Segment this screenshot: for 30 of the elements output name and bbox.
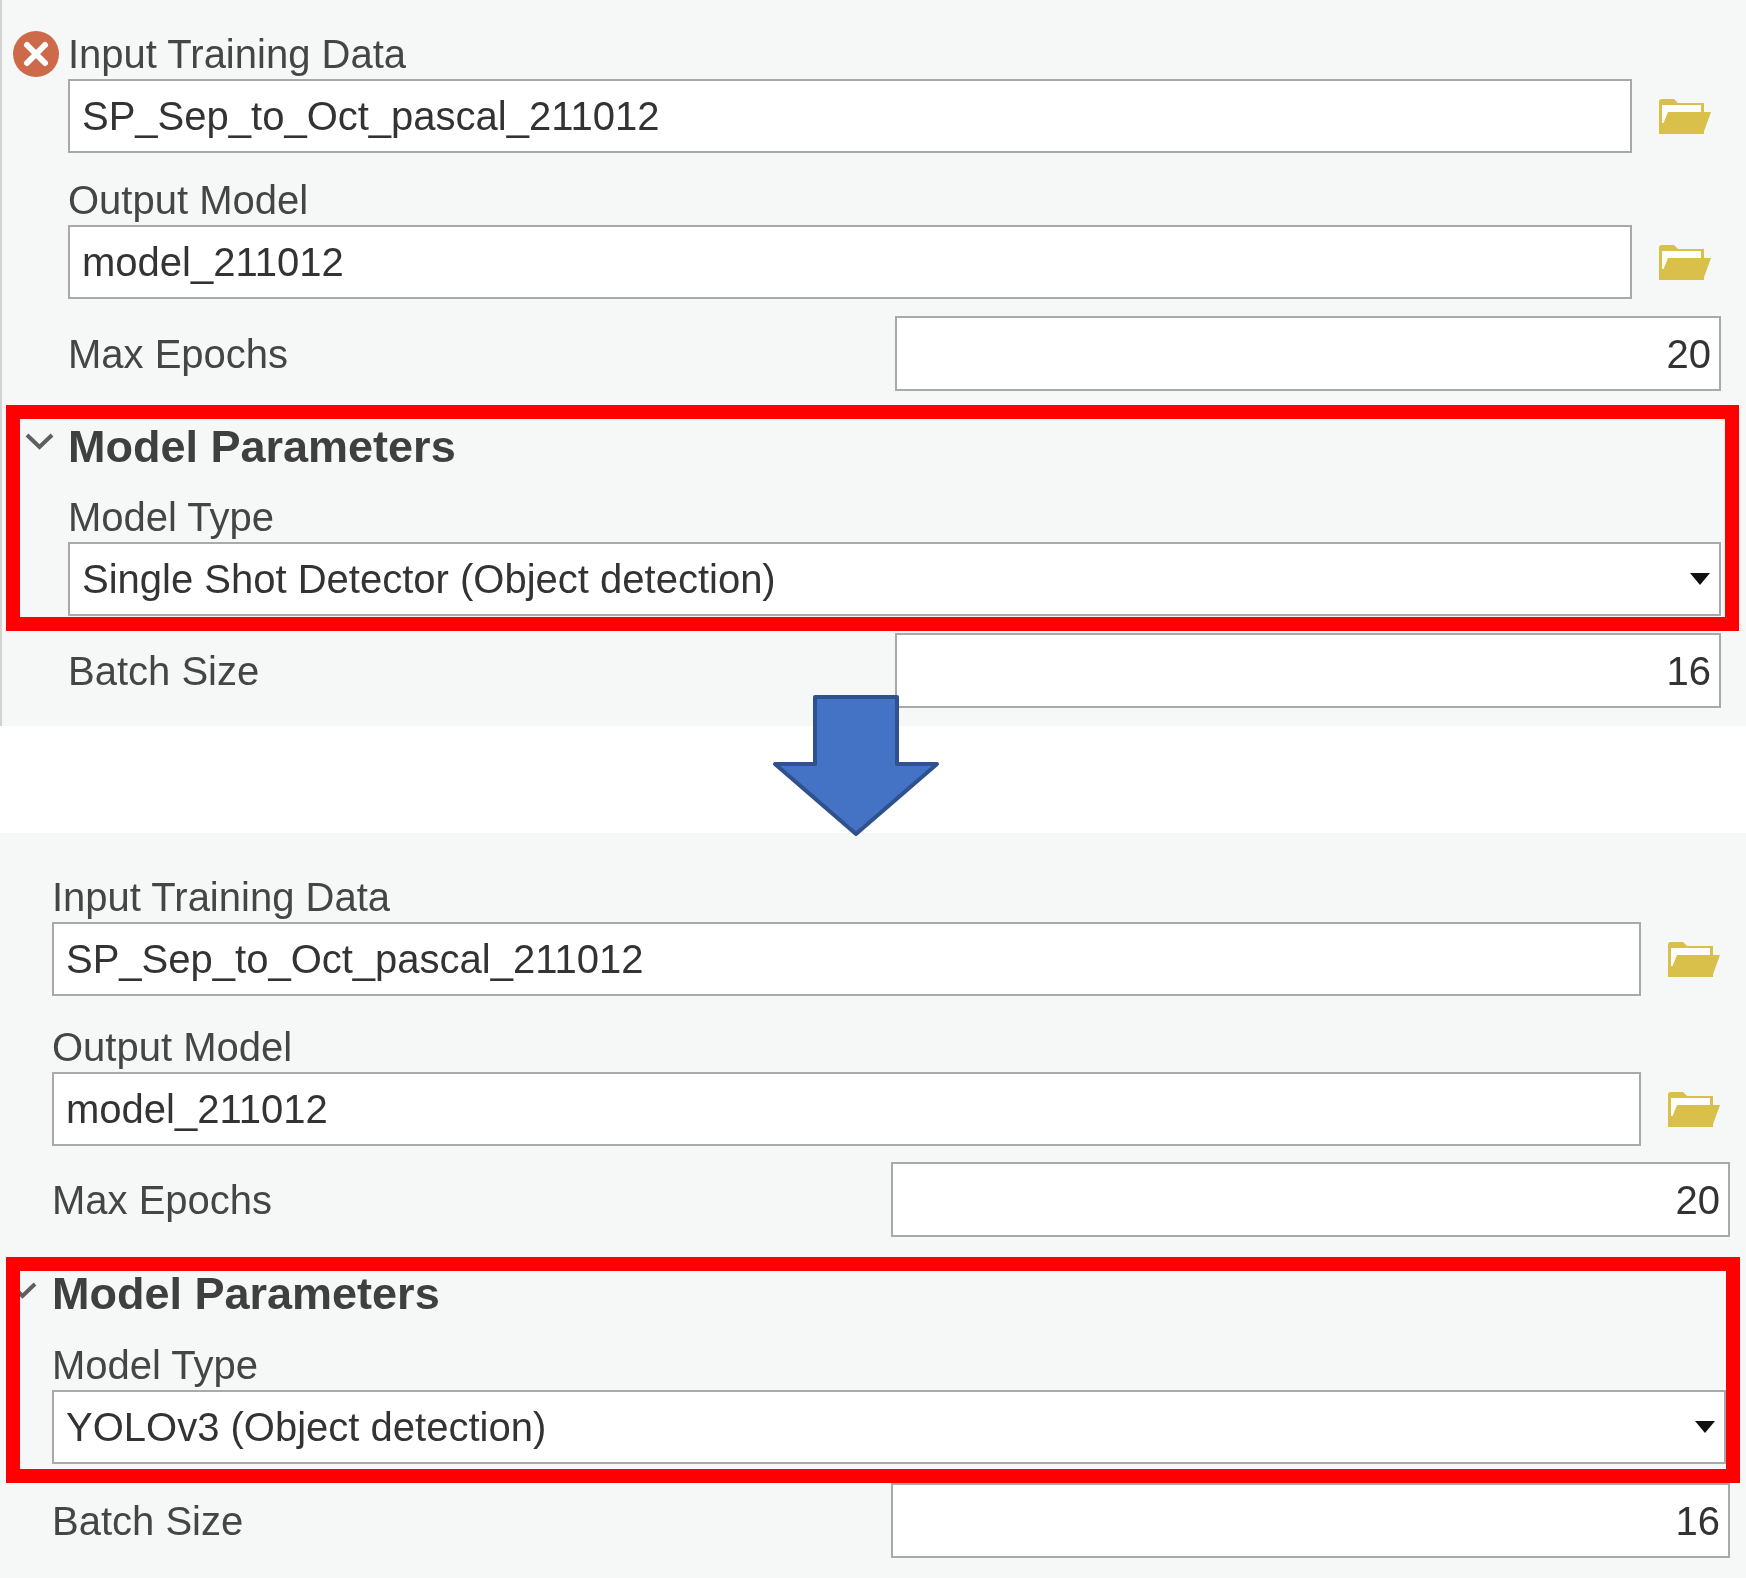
number-field[interactable]: 20: [894, 316, 1721, 391]
field-label: Max Epochs: [68, 330, 289, 378]
input-field[interactable]: SP_Sep_to_Oct_pascal_211012: [52, 922, 1641, 996]
field-label: Model Type: [68, 494, 275, 541]
field-label: Max Epochs: [52, 1176, 273, 1224]
section-title[interactable]: Model Parameters: [68, 424, 456, 470]
number-field[interactable]: 16: [891, 1483, 1730, 1558]
chevron-icon[interactable]: [25, 432, 54, 450]
number-field[interactable]: 20: [891, 1162, 1730, 1237]
chevron-icon[interactable]: [20, 1281, 37, 1299]
section-title[interactable]: Model Parameters: [52, 1271, 440, 1317]
folder-icon[interactable]: [1656, 242, 1712, 282]
dropdown-caret-icon: [1695, 1421, 1715, 1433]
dropdown-caret-icon: [1690, 573, 1710, 585]
field-label: Input Training Data: [52, 874, 390, 921]
field-label: Input Training Data: [68, 31, 406, 78]
field-label: Batch Size: [52, 1497, 244, 1545]
input-field[interactable]: SP_Sep_to_Oct_pascal_211012: [68, 79, 1632, 153]
dropdown[interactable]: YOLOv3 (Object detection): [52, 1390, 1726, 1464]
dropdown[interactable]: Single Shot Detector (Object detection): [68, 542, 1721, 616]
folder-icon[interactable]: [1665, 1089, 1721, 1129]
field-label: Output Model: [52, 1024, 293, 1071]
input-field[interactable]: model_211012: [68, 225, 1632, 299]
field-label: Model Type: [52, 1342, 259, 1389]
folder-icon[interactable]: [1665, 939, 1721, 979]
field-label: Output Model: [68, 177, 309, 224]
number-field[interactable]: 16: [894, 633, 1721, 708]
input-field[interactable]: model_211012: [52, 1072, 1641, 1146]
field-label: Batch Size: [68, 647, 260, 695]
folder-icon[interactable]: [1656, 96, 1712, 136]
